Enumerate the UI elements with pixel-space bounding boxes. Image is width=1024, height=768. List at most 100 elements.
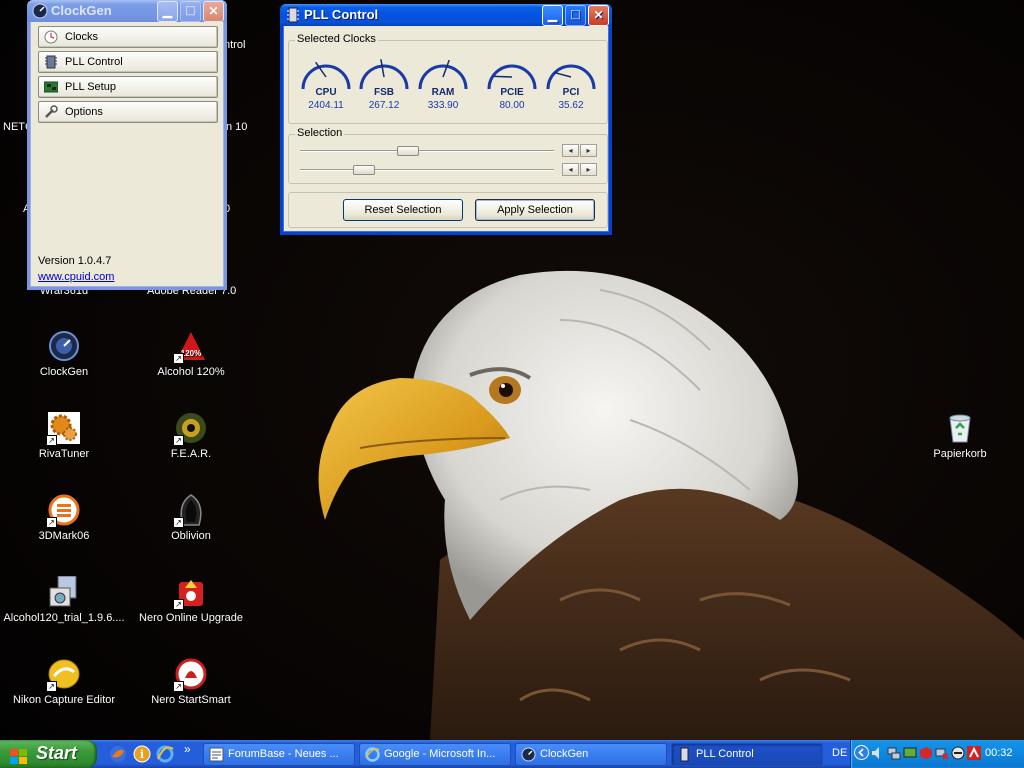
- desktop-icon-label: Nero Online Upgrade: [139, 612, 243, 624]
- slider-1-right-arrow[interactable]: ▸: [580, 144, 597, 157]
- ie-icon: [365, 747, 380, 762]
- antivir-guard-icon[interactable]: [967, 746, 981, 760]
- task-label: ForumBase - Neues ...: [228, 748, 339, 760]
- language-indicator[interactable]: DE: [832, 747, 847, 759]
- gauge-dial-icon: [359, 59, 409, 90]
- desktop-icon-oblivion[interactable]: ↗ Oblivion: [127, 494, 255, 542]
- antivirus-icon[interactable]: [951, 746, 965, 760]
- pll-control-button[interactable]: PLL Control: [38, 51, 218, 73]
- desktop-icon-label: ClockGen: [39, 366, 89, 378]
- gauge-value: 2404.11: [308, 100, 344, 111]
- pll-control-window[interactable]: PLL Control ▁ ☐ ✕ Selected Clocks CPU 24…: [280, 4, 612, 235]
- selection-group: Selection ◂ ▸ ◂ ▸: [288, 127, 608, 184]
- close-button[interactable]: ✕: [588, 5, 609, 26]
- desktop-icon-3dmark06[interactable]: ↗ 3DMark06: [0, 494, 128, 542]
- network-icon[interactable]: [887, 746, 901, 760]
- oblivion-icon: ↗: [173, 494, 207, 528]
- tray-expand-icon[interactable]: [854, 745, 869, 760]
- pll-chip-icon: [677, 747, 692, 762]
- desktop-icon-recycle-bin[interactable]: Papierkorb: [896, 412, 1024, 460]
- ie-icon[interactable]: [156, 745, 174, 763]
- task-label: Google - Microsoft In...: [384, 748, 496, 760]
- nero-upgrade-icon: ↗: [173, 576, 207, 610]
- shortcut-arrow-icon: ↗: [46, 517, 57, 528]
- reset-selection-button[interactable]: Reset Selection: [343, 199, 463, 221]
- pll-control-window-title: PLL Control: [304, 7, 379, 22]
- desktop-label-partial-ntrol[interactable]: ntrol: [224, 39, 245, 51]
- options-button[interactable]: Options: [38, 101, 218, 123]
- desktop-icon-nero-online-upgrade[interactable]: ↗ Nero Online Upgrade: [127, 576, 255, 624]
- clockgen-window[interactable]: ClockGen ▁ ☐ ✕ Clocks PLL Control PLL Se…: [27, 0, 227, 290]
- desktop-icon-label: RivaTuner: [38, 448, 90, 460]
- desktop-label-partial-n10[interactable]: n 10: [226, 121, 247, 133]
- desktop-icon-rivatuner[interactable]: ↗ RivaTuner: [0, 412, 128, 460]
- 3dmark-icon: ↗: [46, 494, 80, 528]
- pcie-gauge[interactable]: PCIE 80.00: [484, 49, 540, 111]
- pll-control-title-bar[interactable]: PLL Control ▁ ☐ ✕: [280, 4, 612, 26]
- slider-1-spin: ◂ ▸: [562, 144, 597, 157]
- security-center-icon[interactable]: [919, 746, 933, 760]
- gauge-name: FSB: [374, 87, 394, 98]
- shortcut-arrow-icon: ↗: [173, 599, 184, 610]
- info-icon[interactable]: i: [133, 745, 151, 763]
- slider-2-left-arrow[interactable]: ◂: [562, 163, 579, 176]
- pci-gauge[interactable]: PCI 35.62: [543, 49, 599, 111]
- ram-gauge[interactable]: RAM 333.90: [415, 49, 471, 111]
- desktop-icon-label: Alcohol 120%: [157, 366, 225, 378]
- start-button[interactable]: Start: [0, 740, 97, 768]
- rivatuner-icon: ↗: [46, 412, 80, 446]
- gauge-dial-icon: [418, 59, 468, 90]
- display-settings-icon[interactable]: [903, 746, 917, 760]
- taskbar-button-pll-control[interactable]: PLL Control: [671, 743, 823, 766]
- cpu-gauge[interactable]: CPU 2404.11: [298, 49, 354, 111]
- volume-icon[interactable]: [871, 746, 885, 760]
- desktop-icon-label: Papierkorb: [933, 448, 987, 460]
- slider-1-track[interactable]: [300, 150, 554, 152]
- pll-setup-button-label: PLL Setup: [65, 81, 116, 93]
- cpuid-link[interactable]: www.cpuid.com: [38, 271, 114, 283]
- clockgen-icon: [48, 330, 80, 362]
- slider-1-thumb[interactable]: [397, 146, 420, 156]
- system-clock[interactable]: 00:32: [985, 747, 1013, 759]
- network-warning-icon[interactable]: [935, 746, 949, 760]
- slider-1-left-arrow[interactable]: ◂: [562, 144, 579, 157]
- slider-2-spin: ◂ ▸: [562, 163, 597, 176]
- desktop-icon-fear[interactable]: ↗ F.E.A.R.: [127, 412, 255, 460]
- fsb-gauge[interactable]: FSB 267.12: [356, 49, 412, 111]
- gauge-name: PCIE: [500, 87, 524, 98]
- taskbar-button-google-ie[interactable]: Google - Microsoft In...: [359, 743, 511, 766]
- desktop-icon-clockgen[interactable]: ClockGen: [0, 330, 128, 378]
- apply-selection-button[interactable]: Apply Selection: [475, 199, 595, 221]
- taskbar-button-clockgen[interactable]: ClockGen: [515, 743, 667, 766]
- slider-2-right-arrow[interactable]: ▸: [580, 163, 597, 176]
- slider-2-track[interactable]: [300, 169, 554, 171]
- pll-title-buttons: ▁ ☐ ✕: [542, 5, 609, 26]
- slider-2-thumb[interactable]: [353, 165, 376, 175]
- taskbar: Start i » ForumBase - Neues ... Google -…: [0, 740, 1024, 768]
- version-label: Version 1.0.4.7: [38, 255, 112, 267]
- minimize-button[interactable]: ▁: [542, 5, 563, 26]
- gauge-name: RAM: [431, 87, 455, 98]
- desktop-icon-alcohol-120[interactable]: 120% ↗ Alcohol 120%: [127, 330, 255, 378]
- shortcut-arrow-icon: ↗: [173, 517, 184, 528]
- task-label: ClockGen: [540, 748, 589, 760]
- clocks-button[interactable]: Clocks: [38, 26, 218, 48]
- desktop-icon-nero-startsmart[interactable]: ↗ Nero StartSmart: [127, 658, 255, 706]
- desktop-icon-alcohol-trial-installer[interactable]: Alcohol120_trial_1.9.6....: [0, 575, 128, 624]
- close-button[interactable]: ✕: [203, 1, 224, 22]
- windows-logo-icon: [10, 746, 28, 764]
- taskbar-button-forumbase[interactable]: ForumBase - Neues ...: [203, 743, 355, 766]
- quick-launch-overflow[interactable]: »: [184, 742, 191, 756]
- gauge-dial-icon: [301, 61, 351, 90]
- pll-setup-button[interactable]: PLL Setup: [38, 76, 218, 98]
- clock-icon: [44, 30, 58, 44]
- minimize-button[interactable]: ▁: [157, 1, 178, 22]
- clockgen-icon: [521, 747, 536, 762]
- clockgen-title-buttons: ▁ ☐ ✕: [157, 1, 224, 22]
- firefox-icon[interactable]: [109, 745, 127, 763]
- clockgen-title-bar[interactable]: ClockGen ▁ ☐ ✕: [27, 0, 227, 22]
- desktop-icon-nikon-capture-editor[interactable]: ↗ Nikon Capture Editor: [0, 658, 128, 706]
- gauge-value: 80.00: [499, 100, 525, 111]
- selected-clocks-label: Selected Clocks: [295, 33, 378, 45]
- pll-chip-icon: [285, 7, 301, 23]
